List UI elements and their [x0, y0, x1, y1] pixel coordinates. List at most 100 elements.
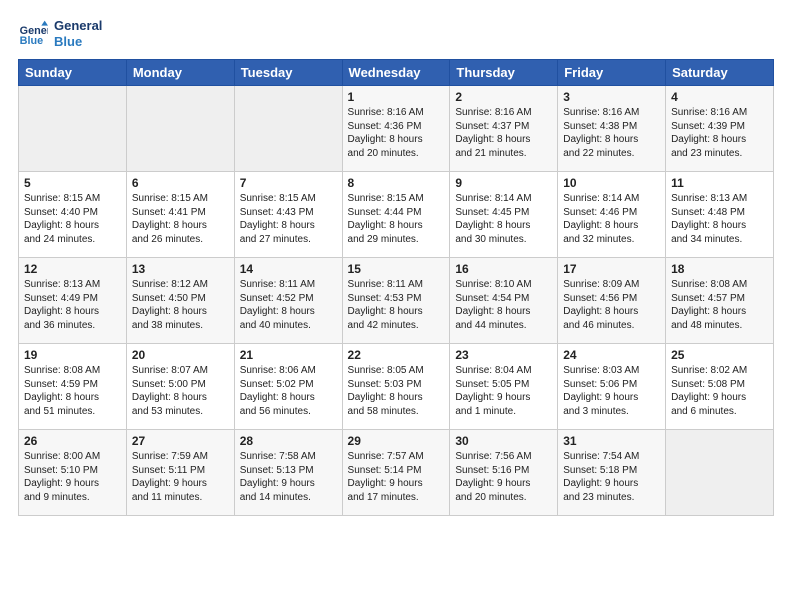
calendar-cell [234, 86, 342, 172]
day-number: 20 [132, 348, 229, 362]
day-info: Sunrise: 7:58 AMSunset: 5:13 PMDaylight:… [240, 450, 337, 504]
day-number: 27 [132, 434, 229, 448]
day-info: Sunrise: 8:04 AMSunset: 5:05 PMDaylight:… [455, 364, 552, 418]
weekday-header-saturday: Saturday [666, 60, 774, 86]
calendar-cell: 4 Sunrise: 8:16 AMSunset: 4:39 PMDaylight… [666, 86, 774, 172]
day-info: Sunrise: 8:12 AMSunset: 4:50 PMDaylight:… [132, 278, 229, 332]
calendar-cell: 26 Sunrise: 8:00 AMSunset: 5:10 PMDayligh… [19, 430, 127, 516]
day-number: 3 [563, 90, 660, 104]
day-number: 8 [348, 176, 445, 190]
weekday-header-sunday: Sunday [19, 60, 127, 86]
calendar-cell [666, 430, 774, 516]
day-number: 19 [24, 348, 121, 362]
calendar-cell: 15 Sunrise: 8:11 AMSunset: 4:53 PMDayligh… [342, 258, 450, 344]
weekday-header-friday: Friday [558, 60, 666, 86]
calendar-cell: 20 Sunrise: 8:07 AMSunset: 5:00 PMDayligh… [126, 344, 234, 430]
day-info: Sunrise: 7:54 AMSunset: 5:18 PMDaylight:… [563, 450, 660, 504]
calendar-cell: 12 Sunrise: 8:13 AMSunset: 4:49 PMDayligh… [19, 258, 127, 344]
calendar-cell: 24 Sunrise: 8:03 AMSunset: 5:06 PMDayligh… [558, 344, 666, 430]
calendar-cell: 27 Sunrise: 7:59 AMSunset: 5:11 PMDayligh… [126, 430, 234, 516]
calendar-cell: 25 Sunrise: 8:02 AMSunset: 5:08 PMDayligh… [666, 344, 774, 430]
day-info: Sunrise: 7:59 AMSunset: 5:11 PMDaylight:… [132, 450, 229, 504]
calendar-cell: 5Sunrise: 8:15 AMSunset: 4:40 PMDaylight… [19, 172, 127, 258]
logo-general: General [54, 18, 102, 34]
day-number: 9 [455, 176, 552, 190]
weekday-header-tuesday: Tuesday [234, 60, 342, 86]
calendar-cell: 18 Sunrise: 8:08 AMSunset: 4:57 PMDayligh… [666, 258, 774, 344]
day-number: 10 [563, 176, 660, 190]
day-info: Sunrise: 8:06 AMSunset: 5:02 PMDaylight:… [240, 364, 337, 418]
logo: General Blue General Blue [18, 18, 102, 49]
day-info: Sunrise: 7:57 AMSunset: 5:14 PMDaylight:… [348, 450, 445, 504]
calendar-body: 1 Sunrise: 8:16 AMSunset: 4:36 PMDaylight… [19, 86, 774, 516]
calendar-cell: 8 Sunrise: 8:15 AMSunset: 4:44 PMDaylight… [342, 172, 450, 258]
day-number: 16 [455, 262, 552, 276]
weekday-header-thursday: Thursday [450, 60, 558, 86]
day-number: 13 [132, 262, 229, 276]
day-info: Sunrise: 8:15 AMSunset: 4:43 PMDaylight:… [240, 192, 337, 246]
calendar-cell: 3 Sunrise: 8:16 AMSunset: 4:38 PMDaylight… [558, 86, 666, 172]
day-number: 25 [671, 348, 768, 362]
calendar-cell: 19 Sunrise: 8:08 AMSunset: 4:59 PMDayligh… [19, 344, 127, 430]
day-number: 4 [671, 90, 768, 104]
weekday-header-wednesday: Wednesday [342, 60, 450, 86]
day-info: Sunrise: 8:16 AMSunset: 4:37 PMDaylight:… [455, 106, 552, 160]
day-info: Sunrise: 7:56 AMSunset: 5:16 PMDaylight:… [455, 450, 552, 504]
calendar-cell: 9Sunrise: 8:14 AMSunset: 4:45 PMDaylight… [450, 172, 558, 258]
day-number: 15 [348, 262, 445, 276]
calendar-cell [126, 86, 234, 172]
calendar-cell: 2 Sunrise: 8:16 AMSunset: 4:37 PMDaylight… [450, 86, 558, 172]
day-info: Sunrise: 8:02 AMSunset: 5:08 PMDaylight:… [671, 364, 768, 418]
day-number: 22 [348, 348, 445, 362]
day-info: Sunrise: 8:11 AMSunset: 4:52 PMDaylight:… [240, 278, 337, 332]
day-number: 26 [24, 434, 121, 448]
logo-icon: General Blue [18, 19, 48, 49]
day-number: 18 [671, 262, 768, 276]
day-number: 12 [24, 262, 121, 276]
day-info: Sunrise: 8:15 AMSunset: 4:44 PMDaylight:… [348, 192, 445, 246]
day-info: Sunrise: 8:11 AMSunset: 4:53 PMDaylight:… [348, 278, 445, 332]
calendar-cell: 22 Sunrise: 8:05 AMSunset: 5:03 PMDayligh… [342, 344, 450, 430]
day-info: Sunrise: 8:16 AMSunset: 4:39 PMDaylight:… [671, 106, 768, 160]
day-number: 7 [240, 176, 337, 190]
calendar-cell: 23Sunrise: 8:04 AMSunset: 5:05 PMDayligh… [450, 344, 558, 430]
calendar-cell: 30 Sunrise: 7:56 AMSunset: 5:16 PMDayligh… [450, 430, 558, 516]
day-number: 28 [240, 434, 337, 448]
calendar-cell: 7 Sunrise: 8:15 AMSunset: 4:43 PMDaylight… [234, 172, 342, 258]
day-info: Sunrise: 8:03 AMSunset: 5:06 PMDaylight:… [563, 364, 660, 418]
day-number: 17 [563, 262, 660, 276]
day-number: 30 [455, 434, 552, 448]
day-info: Sunrise: 8:05 AMSunset: 5:03 PMDaylight:… [348, 364, 445, 418]
day-number: 24 [563, 348, 660, 362]
calendar-cell: 1 Sunrise: 8:16 AMSunset: 4:36 PMDaylight… [342, 86, 450, 172]
day-number: 14 [240, 262, 337, 276]
day-info: Sunrise: 8:13 AMSunset: 4:49 PMDaylight:… [24, 278, 121, 332]
weekday-header-monday: Monday [126, 60, 234, 86]
day-info: Sunrise: 8:16 AMSunset: 4:38 PMDaylight:… [563, 106, 660, 160]
calendar-cell: 11Sunrise: 8:13 AMSunset: 4:48 PMDayligh… [666, 172, 774, 258]
calendar-table: SundayMondayTuesdayWednesdayThursdayFrid… [18, 59, 774, 516]
page-header: General Blue General Blue [18, 18, 774, 49]
logo-blue: Blue [54, 34, 102, 50]
weekday-header-row: SundayMondayTuesdayWednesdayThursdayFrid… [19, 60, 774, 86]
day-info: Sunrise: 8:08 AMSunset: 4:57 PMDaylight:… [671, 278, 768, 332]
day-info: Sunrise: 8:07 AMSunset: 5:00 PMDaylight:… [132, 364, 229, 418]
day-number: 11 [671, 176, 768, 190]
calendar-cell: 21 Sunrise: 8:06 AMSunset: 5:02 PMDayligh… [234, 344, 342, 430]
day-info: Sunrise: 8:15 AMSunset: 4:41 PMDaylight:… [132, 192, 229, 246]
week-row-3: 12 Sunrise: 8:13 AMSunset: 4:49 PMDayligh… [19, 258, 774, 344]
week-row-5: 26 Sunrise: 8:00 AMSunset: 5:10 PMDayligh… [19, 430, 774, 516]
day-number: 1 [348, 90, 445, 104]
calendar-page: General Blue General Blue SundayMondayTu… [0, 0, 792, 528]
day-info: Sunrise: 8:09 AMSunset: 4:56 PMDaylight:… [563, 278, 660, 332]
calendar-cell: 31 Sunrise: 7:54 AMSunset: 5:18 PMDayligh… [558, 430, 666, 516]
day-info: Sunrise: 8:16 AMSunset: 4:36 PMDaylight:… [348, 106, 445, 160]
day-number: 31 [563, 434, 660, 448]
day-number: 21 [240, 348, 337, 362]
day-number: 2 [455, 90, 552, 104]
day-info: Sunrise: 8:08 AMSunset: 4:59 PMDaylight:… [24, 364, 121, 418]
calendar-cell: 14 Sunrise: 8:11 AMSunset: 4:52 PMDayligh… [234, 258, 342, 344]
day-info: Sunrise: 8:00 AMSunset: 5:10 PMDaylight:… [24, 450, 121, 504]
day-number: 6 [132, 176, 229, 190]
calendar-cell: 10Sunrise: 8:14 AMSunset: 4:46 PMDayligh… [558, 172, 666, 258]
